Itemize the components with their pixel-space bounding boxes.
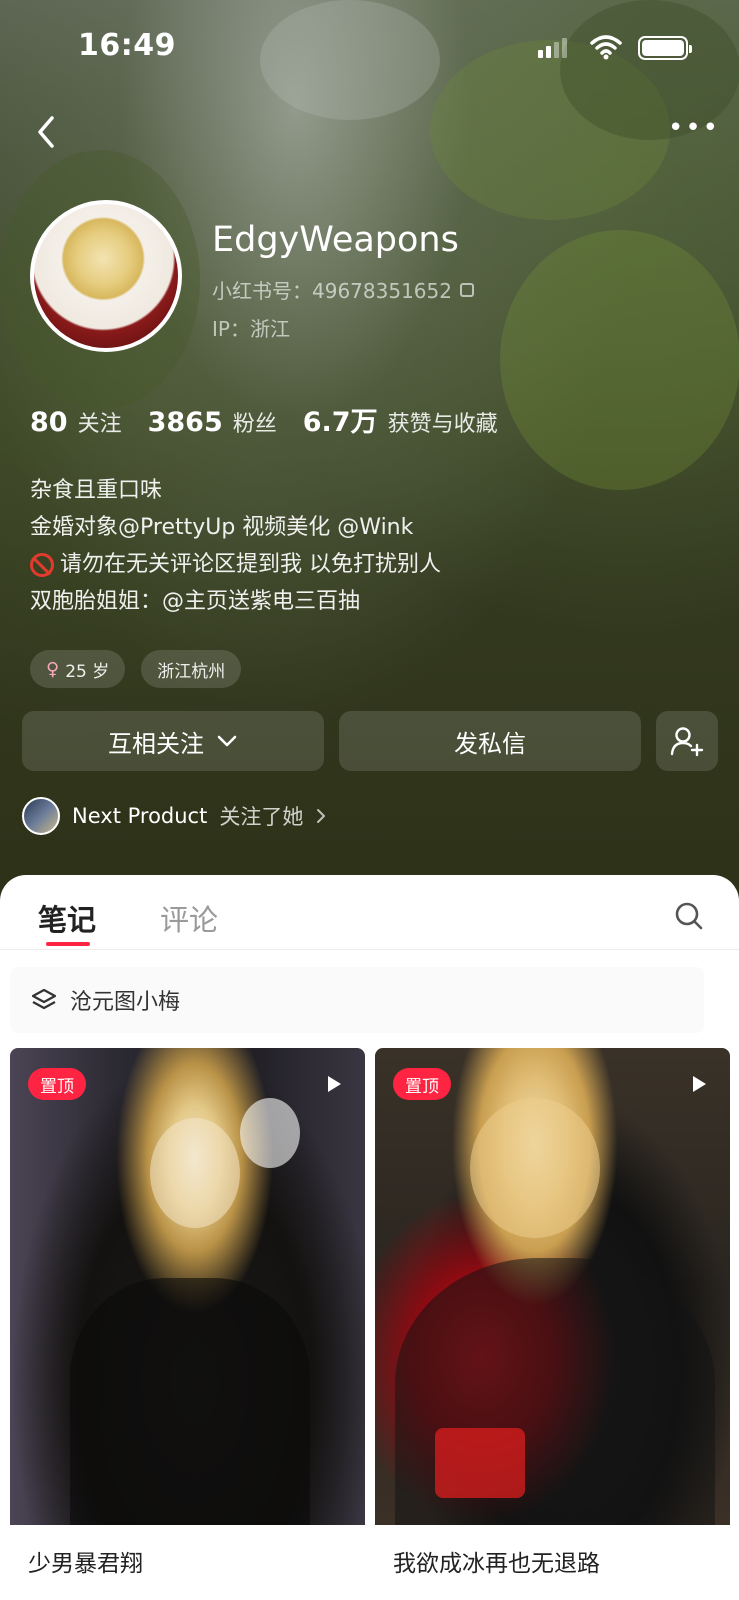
pinned-badge: 置顶 (28, 1068, 86, 1100)
stat-followers-value: 3865 (147, 407, 223, 438)
bio: 杂食且重口味 金婚对象@PrettyUp 视频美化 @Wink 请勿在无关评论区… (30, 472, 441, 620)
video-play-icon (328, 1076, 341, 1092)
follow-button[interactable]: 互相关注 (22, 711, 324, 771)
username: EdgyWeapons (212, 220, 459, 260)
mutual-name: Next Product (72, 804, 208, 828)
avatar[interactable] (30, 200, 182, 352)
follow-button-label: 互相关注 (108, 729, 204, 758)
ip-location: IP：浙江 (212, 317, 290, 341)
age-tag: ♀ 25 岁 (30, 650, 126, 688)
red-id: 小红书号：49678351652 (212, 275, 474, 304)
location-tag-label: 浙江杭州 (157, 661, 226, 682)
profile-stats: 80 关注 3865 粉丝 6.7万 获赞与收藏 (30, 400, 498, 439)
back-arrow-icon[interactable] (28, 112, 68, 152)
status-time: 16:49 (78, 28, 176, 63)
profile-actions: 互相关注 发私信 (22, 711, 718, 771)
active-tab-indicator (46, 942, 90, 946)
stat-likes-value: 6.7万 (302, 407, 378, 438)
mutual-avatar (22, 797, 60, 835)
chevron-down-icon (217, 735, 237, 747)
notes-grid: 置顶 少男暴君翔 置顶 我欲成冰再也无退路 (10, 1048, 730, 1600)
stat-following-value: 80 (30, 407, 68, 438)
more-options-icon[interactable]: ••• (668, 115, 720, 141)
bio-line-warning: 请勿在无关评论区提到我 以免打扰别人 (30, 546, 441, 583)
tab-notes[interactable]: 笔记 (38, 897, 96, 939)
collection-name: 沧元图小梅 (70, 990, 181, 1015)
chevron-right-icon (317, 809, 326, 823)
stat-following[interactable]: 80 关注 (30, 406, 122, 438)
location-tag: 浙江杭州 (141, 650, 242, 688)
female-icon: ♀ (46, 658, 60, 680)
status-bar: 16:49 (0, 0, 739, 100)
note-cover-image: 置顶 (375, 1048, 730, 1525)
stat-likes[interactable]: 6.7万 获赞与收藏 (303, 400, 498, 439)
pinned-badge: 置顶 (393, 1068, 451, 1100)
profile-tags: ♀ 25 岁 浙江杭州 (30, 650, 242, 688)
bio-line: 双胞胎姐姐：@主页送紫电三百抽 (30, 589, 361, 614)
video-play-icon (693, 1076, 706, 1092)
stat-followers[interactable]: 3865 粉丝 (148, 406, 277, 438)
note-cover-image: 置顶 (10, 1048, 365, 1525)
stat-followers-label: 粉丝 (232, 412, 277, 437)
wifi-icon (590, 35, 622, 60)
tab-bar: 笔记 评论 (0, 875, 739, 950)
battery-icon (638, 36, 692, 60)
message-button[interactable]: 发私信 (339, 711, 641, 771)
content-panel: 笔记 评论 沧元图小梅 置顶 少男暴君翔 置顶 我欲成冰再也无退路 (0, 875, 739, 1600)
note-card[interactable]: 置顶 少男暴君翔 (10, 1048, 365, 1600)
age-tag-label: 25 岁 (65, 661, 110, 682)
bio-line: 杂食且重口味 (30, 478, 163, 503)
bio-line-text: 请勿在无关评论区提到我 以免打扰别人 (60, 552, 441, 577)
add-user-icon (670, 727, 704, 757)
collection-row[interactable]: 沧元图小梅 (10, 967, 704, 1033)
add-friend-button[interactable] (656, 711, 718, 771)
note-title: 我欲成冰再也无退路 (393, 1551, 600, 1577)
message-button-label: 发私信 (454, 729, 526, 758)
bio-line: 金婚对象@PrettyUp 视频美化 @Wink (30, 515, 414, 540)
stat-likes-label: 获赞与收藏 (387, 412, 498, 437)
mutual-suffix: 关注了她 (219, 805, 304, 829)
red-id-text: 小红书号：49678351652 (212, 279, 452, 303)
note-card[interactable]: 置顶 我欲成冰再也无退路 (375, 1048, 730, 1600)
mutual-follow-row[interactable]: Next Product 关注了她 (22, 797, 327, 835)
search-icon[interactable] (674, 901, 704, 931)
layers-icon (31, 988, 57, 1010)
cellular-signal-icon (538, 38, 567, 58)
note-title: 少男暴君翔 (28, 1551, 143, 1577)
prohibited-icon (30, 552, 54, 577)
copy-icon[interactable] (459, 282, 474, 297)
stat-following-label: 关注 (77, 412, 122, 437)
tab-comments[interactable]: 评论 (160, 897, 218, 939)
